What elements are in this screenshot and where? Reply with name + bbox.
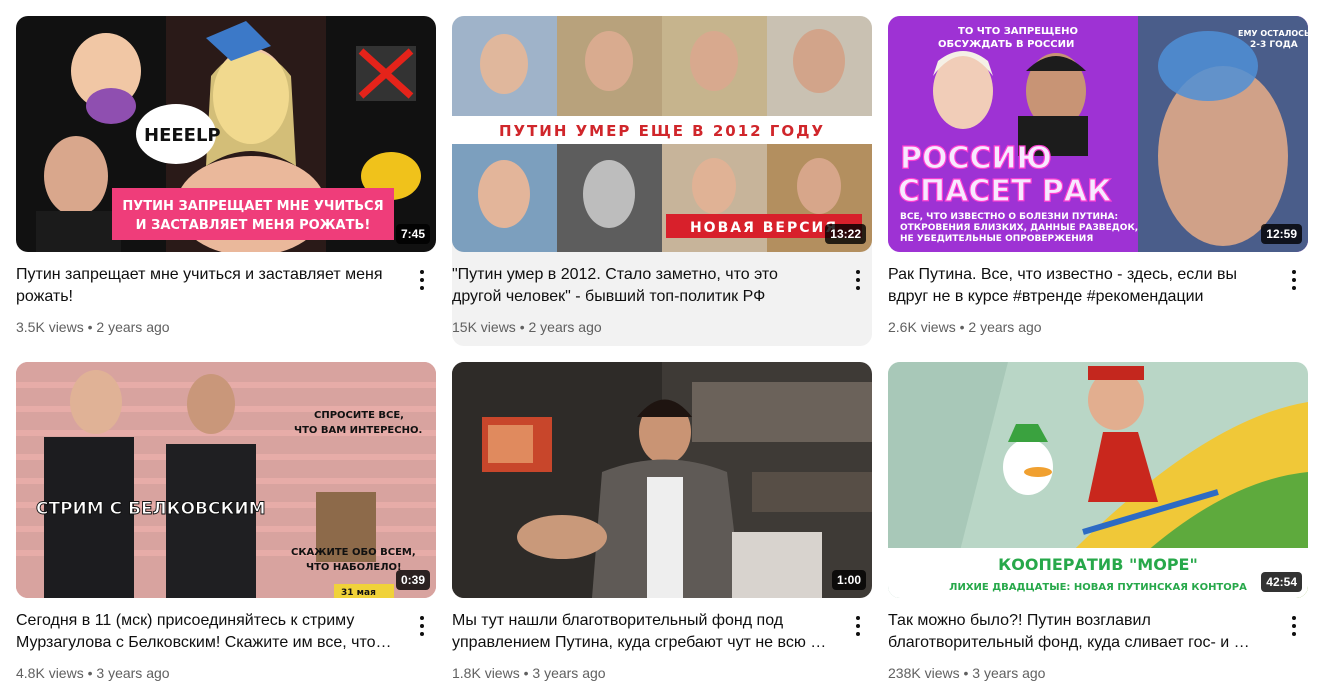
thumb-q-line2: ЧТО ВАМ ИНТЕРЕСНО.: [294, 425, 422, 436]
duration-badge: 42:54: [1261, 572, 1302, 592]
thumb-sub-line2: ОТКРОВЕНИЯ БЛИЗКИХ, ДАННЫЕ РАЗВЕДОК,: [900, 223, 1138, 233]
thumb-big-line1: РОССИЮ: [900, 141, 1052, 176]
video-card[interactable]: HEEELP ПУТИН ЗАПРЕЩАЕТ МНЕ УЧИТЬСЯ И ЗАС…: [16, 16, 436, 346]
thumbnail-image: HEEELP ПУТИН ЗАПРЕЩАЕТ МНЕ УЧИТЬСЯ И ЗАС…: [16, 16, 436, 252]
upload-age: 3 years ago: [532, 665, 606, 681]
video-grid: HEEELP ПУТИН ЗАПРЕЩАЕТ МНЕ УЧИТЬСЯ И ЗАС…: [0, 0, 1320, 681]
more-options-icon[interactable]: [410, 268, 434, 292]
upload-age: 2 years ago: [96, 319, 170, 335]
video-meta: 4.8K views • 3 years ago: [16, 665, 170, 681]
video-thumbnail[interactable]: ТО ЧТО ЗАПРЕЩЕНО ОБСУЖДАТЬ В РОССИИ ЕМУ …: [888, 16, 1308, 252]
video-title[interactable]: Мы тут нашли благотворительный фонд под …: [452, 610, 830, 654]
thumb-top-line2: ОБСУЖДАТЬ В РОССИИ: [938, 39, 1074, 50]
more-options-icon[interactable]: [1282, 614, 1306, 638]
thumb-main-text: СТРИМ С БЕЛКОВСКИМ: [36, 499, 266, 519]
thumbnail-image: СПРОСИТЕ ВСЕ, ЧТО ВАМ ИНТЕРЕСНО. СТРИМ С…: [16, 362, 436, 598]
thumb-caption-line2: И ЗАСТАВЛЯЕТ МЕНЯ РОЖАТЬ!: [136, 218, 371, 233]
video-thumbnail[interactable]: КООПЕРАТИВ "МОРЕ" ЛИХИЕ ДВАДЦАТЫЕ: НОВАЯ…: [888, 362, 1308, 598]
thumb-date: 31 мая: [341, 588, 376, 598]
thumb-banner-text: ПУТИН УМЕР ЕЩЕ В 2012 ГОДУ: [499, 122, 825, 140]
video-title[interactable]: "Путин умер в 2012. Стало заметно, что э…: [452, 264, 830, 308]
video-meta: 3.5K views • 2 years ago: [16, 319, 170, 335]
duration-badge: 13:22: [825, 224, 866, 244]
video-thumbnail[interactable]: 1:00: [452, 362, 872, 598]
view-count: 15K views: [452, 319, 516, 335]
thumb-tag-text: НОВАЯ ВЕРСИЯ: [690, 220, 838, 236]
thumbnail-image: [452, 362, 872, 598]
video-meta: 238K views • 3 years ago: [888, 665, 1046, 681]
duration-badge: 12:59: [1261, 224, 1302, 244]
view-count: 1.8K views: [452, 665, 520, 681]
upload-age: 2 years ago: [528, 319, 602, 335]
thumbnail-image: КООПЕРАТИВ "МОРЕ" ЛИХИЕ ДВАДЦАТЫЕ: НОВАЯ…: [888, 362, 1308, 598]
thumb-big-line2: СПАСЕТ РАК: [898, 174, 1112, 209]
video-card[interactable]: СПРОСИТЕ ВСЕ, ЧТО ВАМ ИНТЕРЕСНО. СТРИМ С…: [16, 362, 436, 692]
thumb-s-line1: СКАЖИТЕ ОБО ВСЕМ,: [291, 547, 416, 558]
video-title[interactable]: Путин запрещает мне учиться и заставляет…: [16, 264, 394, 308]
video-title[interactable]: Сегодня в 11 (мск) присоединяйтесь к стр…: [16, 610, 394, 654]
thumb-top-line1: ТО ЧТО ЗАПРЕЩЕНО: [958, 26, 1078, 37]
more-options-icon[interactable]: [1282, 268, 1306, 292]
video-meta: 2.6K views • 2 years ago: [888, 319, 1042, 335]
thumbnail-image: ПУТИН УМЕР ЕЩЕ В 2012 ГОДУ НОВАЯ ВЕРСИЯ: [452, 16, 872, 252]
video-meta: 15K views • 2 years ago: [452, 319, 602, 335]
video-thumbnail[interactable]: HEEELP ПУТИН ЗАПРЕЩАЕТ МНЕ УЧИТЬСЯ И ЗАС…: [16, 16, 436, 252]
thumbnail-image: ТО ЧТО ЗАПРЕЩЕНО ОБСУЖДАТЬ В РОССИИ ЕМУ …: [888, 16, 1308, 252]
upload-age: 3 years ago: [96, 665, 170, 681]
more-options-icon[interactable]: [410, 614, 434, 638]
thumb-corner-line2: 2-3 ГОДА: [1250, 40, 1298, 50]
more-options-icon[interactable]: [846, 614, 870, 638]
view-count: 2.6K views: [888, 319, 956, 335]
thumb-corner-line1: ЕМУ ОСТАЛОСЬ: [1238, 29, 1308, 38]
video-thumbnail[interactable]: ПУТИН УМЕР ЕЩЕ В 2012 ГОДУ НОВАЯ ВЕРСИЯ …: [452, 16, 872, 252]
duration-badge: 7:45: [395, 224, 430, 244]
upload-age: 3 years ago: [972, 665, 1046, 681]
view-count: 4.8K views: [16, 665, 84, 681]
thumb-coop-sub: ЛИХИЕ ДВАДЦАТЫЕ: НОВАЯ ПУТИНСКАЯ КОНТОРА: [949, 582, 1247, 593]
more-options-icon[interactable]: [846, 268, 870, 292]
thumb-s-line2: ЧТО НАБОЛЕЛО!: [306, 562, 402, 573]
thumb-bubble-text: HEEELP: [144, 125, 221, 146]
view-count: 238K views: [888, 665, 960, 681]
video-card[interactable]: ТО ЧТО ЗАПРЕЩЕНО ОБСУЖДАТЬ В РОССИИ ЕМУ …: [888, 16, 1308, 346]
thumb-sub-line3: НЕ УБЕДИТЕЛЬНЫЕ ОПРОВЕРЖЕНИЯ: [900, 234, 1093, 244]
thumb-sub-line1: ВСЕ, ЧТО ИЗВЕСТНО О БОЛЕЗНИ ПУТИНА:: [900, 212, 1118, 222]
video-card[interactable]: ПУТИН УМЕР ЕЩЕ В 2012 ГОДУ НОВАЯ ВЕРСИЯ …: [452, 16, 872, 346]
thumb-caption-line1: ПУТИН ЗАПРЕЩАЕТ МНЕ УЧИТЬСЯ: [122, 199, 383, 214]
view-count: 3.5K views: [16, 319, 84, 335]
duration-badge: 1:00: [831, 570, 866, 590]
thumb-coop-title: КООПЕРАТИВ "МОРЕ": [998, 555, 1198, 574]
video-card[interactable]: КООПЕРАТИВ "МОРЕ" ЛИХИЕ ДВАДЦАТЫЕ: НОВАЯ…: [888, 362, 1308, 692]
video-thumbnail[interactable]: СПРОСИТЕ ВСЕ, ЧТО ВАМ ИНТЕРЕСНО. СТРИМ С…: [16, 362, 436, 598]
video-title[interactable]: Рак Путина. Все, что известно - здесь, е…: [888, 264, 1266, 308]
upload-age: 2 years ago: [968, 319, 1042, 335]
thumb-q-line1: СПРОСИТЕ ВСЕ,: [314, 410, 404, 421]
duration-badge: 0:39: [395, 570, 430, 590]
video-meta: 1.8K views • 3 years ago: [452, 665, 606, 681]
video-title[interactable]: Так можно было?! Путин возглавил благотв…: [888, 610, 1266, 654]
video-card[interactable]: 1:00 Мы тут нашли благотворительный фонд…: [452, 362, 872, 692]
